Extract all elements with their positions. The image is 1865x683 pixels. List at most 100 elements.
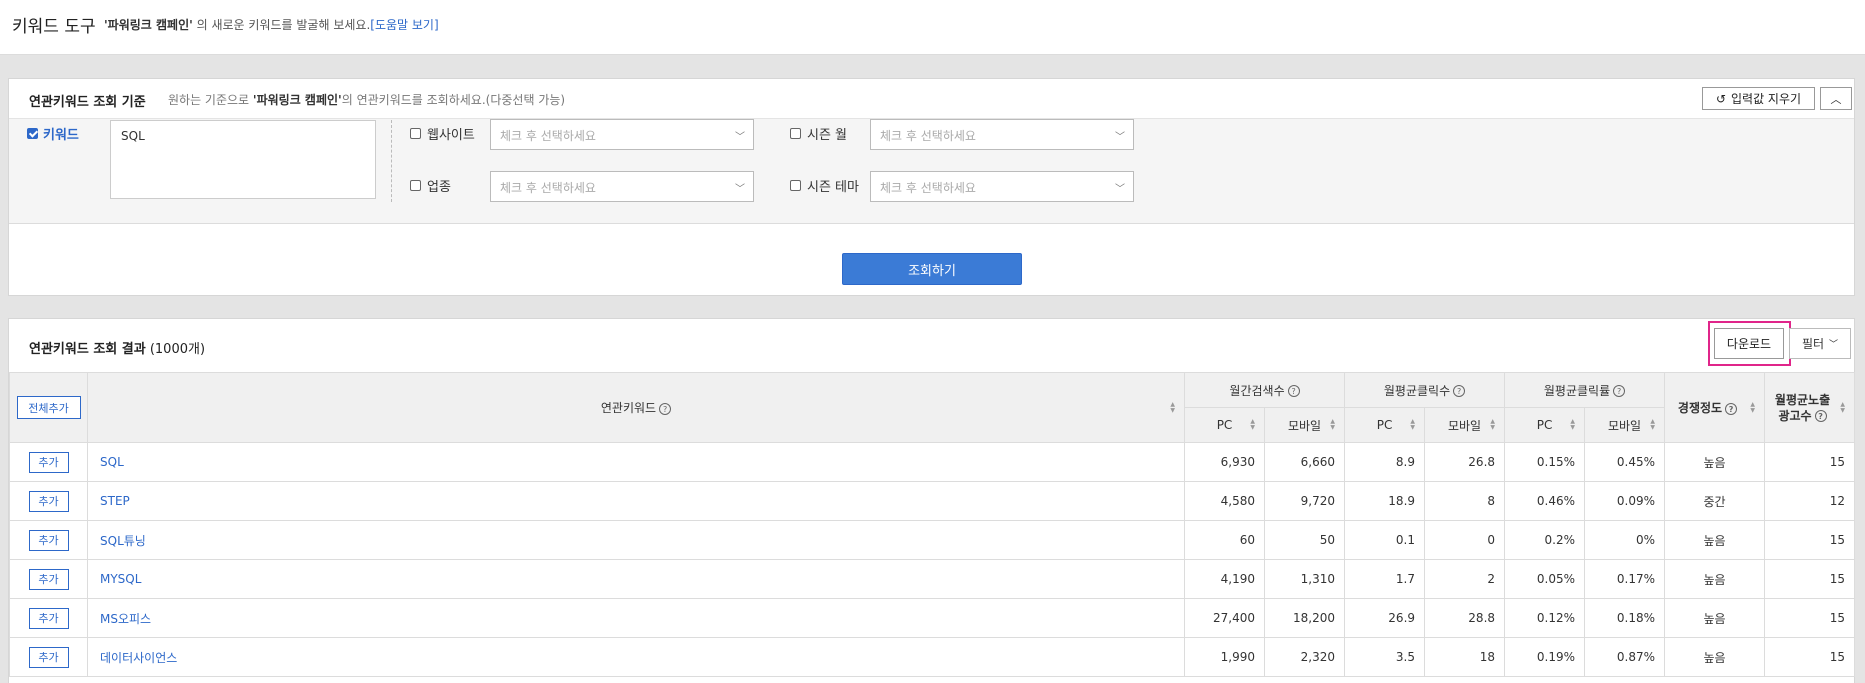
keyword-cell[interactable]: SQL튜닝 [87,520,1185,560]
help-icon[interactable]: ? [659,402,672,415]
industry-label: 업종 [427,180,451,195]
avg-ads-header[interactable]: 월평균노출 광고수? [1764,372,1856,443]
add-keyword-button[interactable]: 추가 [28,490,69,512]
subtitle-campaign: '파워링크 캠페인' [104,18,193,32]
add-keyword-button[interactable]: 추가 [28,451,69,473]
competition-cell: 중간 [1664,481,1766,521]
clicks-pc-header[interactable]: PC [1344,407,1426,443]
website-select[interactable]: 체크 후 선택하세요 ﹀ [490,119,754,150]
clicks-mobile-cell: 18 [1424,637,1506,677]
add-keyword-button[interactable]: 추가 [28,529,69,551]
help-icon[interactable]: ? [1725,402,1738,415]
search-mobile-cell: 2,320 [1263,637,1346,677]
season-theme-select[interactable]: 체크 후 선택하세요 ﹀ [870,171,1134,202]
season-month-select[interactable]: 체크 후 선택하세요 ﹀ [870,119,1134,150]
competition-header[interactable]: 경쟁정도? [1664,372,1766,443]
filter-divider [391,120,392,202]
keyword-column-header[interactable]: 연관키워드? [87,372,1185,443]
add-cell: 추가 [9,520,88,560]
ctr-mobile-cell: 0% [1584,520,1666,560]
clicks-mobile-cell: 0 [1424,520,1506,560]
page-subtitle: '파워링크 캠페인' 의 새로운 키워드를 발굴해 보세요.[도움말 보기] [104,16,439,33]
search-mobile-cell: 9,720 [1263,481,1346,521]
help-icon[interactable]: ? [1814,410,1827,422]
search-pc-header[interactable]: PC [1184,407,1265,443]
clicks-mobile-header[interactable]: 모바일 [1424,407,1506,443]
ctr-mobile-cell: 0.45% [1584,442,1666,482]
help-icon[interactable]: ? [1287,385,1300,397]
keyword-cell[interactable]: STEP [87,481,1185,521]
industry-checkbox[interactable] [410,180,421,191]
season-month-label: 시즌 월 [807,128,848,143]
search-pc-cell: 4,580 [1184,481,1265,521]
add-all-header: 전체추가 [9,372,88,443]
help-icon[interactable]: ? [1613,385,1626,397]
clicks-pc-cell: 26.9 [1344,598,1426,638]
competition-cell: 높음 [1664,598,1766,638]
ctr-mobile-cell: 0.09% [1584,481,1666,521]
avg-clicks-header: 월평균클릭수? [1344,372,1506,408]
collapse-button[interactable]: ︿ [1820,87,1852,110]
filter-button[interactable]: 필터 ﹀ [1789,328,1851,359]
add-cell: 추가 [9,481,88,521]
keyword-cell[interactable]: SQL [87,442,1185,482]
ctr-pc-cell: 0.2% [1504,520,1586,560]
clicks-pc-cell: 8.9 [1344,442,1426,482]
clicks-mobile-cell: 2 [1424,559,1506,599]
keyword-cell[interactable]: MYSQL [87,559,1185,599]
ctr-mobile-cell: 0.17% [1584,559,1666,599]
ads-cell: 15 [1764,520,1856,560]
ctr-pc-header[interactable]: PC [1504,407,1586,443]
ads-cell: 15 [1764,559,1856,599]
search-mobile-cell: 18,200 [1263,598,1346,638]
ctr-mobile-header[interactable]: 모바일 [1584,407,1666,443]
keyword-cell[interactable]: MS오피스 [87,598,1185,638]
add-keyword-button[interactable]: 추가 [28,607,69,629]
industry-select[interactable]: 체크 후 선택하세요 ﹀ [490,171,754,202]
clicks-mobile-cell: 28.8 [1424,598,1506,638]
search-mobile-header[interactable]: 모바일 [1263,407,1346,443]
subtitle-text: 의 새로운 키워드를 발굴해 보세요. [192,18,371,32]
add-cell: 추가 [9,637,88,677]
table-row: 추가 STEP 4,580 9,720 18.9 8 0.46% 0.09% 중간 12 [9,481,1856,521]
clear-input-button[interactable]: ↺ 입력값 지우기 [1702,87,1815,110]
ads-cell: 15 [1764,637,1856,677]
add-keyword-button[interactable]: 추가 [28,646,69,668]
season-theme-checkbox[interactable] [790,180,801,191]
chevron-down-icon: ﹀ [1829,340,1839,350]
search-pc-cell: 60 [1184,520,1265,560]
add-all-button[interactable]: 전체추가 [16,396,81,419]
clicks-mobile-cell: 26.8 [1424,442,1506,482]
top-bar: 키워드 도구 '파워링크 캠페인' 의 새로운 키워드를 발굴해 보세요.[도움… [0,0,1865,55]
keyword-textarea[interactable]: SQL [110,120,376,199]
query-panel-desc: 원하는 기준으로 '파워링크 캠페인'의 연관키워드를 조회하세요.(다중선택 … [168,93,566,107]
add-keyword-button[interactable]: 추가 [28,568,69,590]
keyword-label: 키워드 [43,128,79,143]
filter-area: 키워드 SQL 웹사이트 체크 후 선택하세요 ﹀ 업종 체크 후 선택하세요 ﹀ … [9,119,1854,224]
ads-cell: 12 [1764,481,1856,521]
results-title: 연관키워드 조회 결과 (1000개) [29,342,206,357]
refresh-icon: ↺ [1715,91,1726,106]
search-pc-cell: 4,190 [1184,559,1265,599]
keyword-cell[interactable]: 데이터사이언스 [87,637,1185,677]
website-checkbox[interactable] [410,128,421,139]
avg-ctr-header: 월평균클릭률? [1504,372,1666,408]
ads-cell: 15 [1764,598,1856,638]
query-panel: 연관키워드 조회 기준 원하는 기준으로 '파워링크 캠페인'의 연관키워드를 … [8,78,1855,296]
download-button[interactable]: 다운로드 [1714,328,1784,359]
competition-cell: 높음 [1664,559,1766,599]
ctr-pc-cell: 0.15% [1504,442,1586,482]
season-theme-label: 시즌 테마 [807,180,859,195]
search-pc-cell: 27,400 [1184,598,1265,638]
search-mobile-cell: 6,660 [1263,442,1346,482]
help-link[interactable]: [도움말 보기] [370,18,438,32]
ctr-pc-cell: 0.05% [1504,559,1586,599]
help-icon[interactable]: ? [1453,385,1466,397]
keyword-checkbox[interactable] [27,128,38,139]
website-label: 웹사이트 [427,128,475,143]
clicks-pc-cell: 0.1 [1344,520,1426,560]
search-button[interactable]: 조회하기 [842,253,1022,285]
add-cell: 추가 [9,598,88,638]
competition-cell: 높음 [1664,520,1766,560]
season-month-checkbox[interactable] [790,128,801,139]
